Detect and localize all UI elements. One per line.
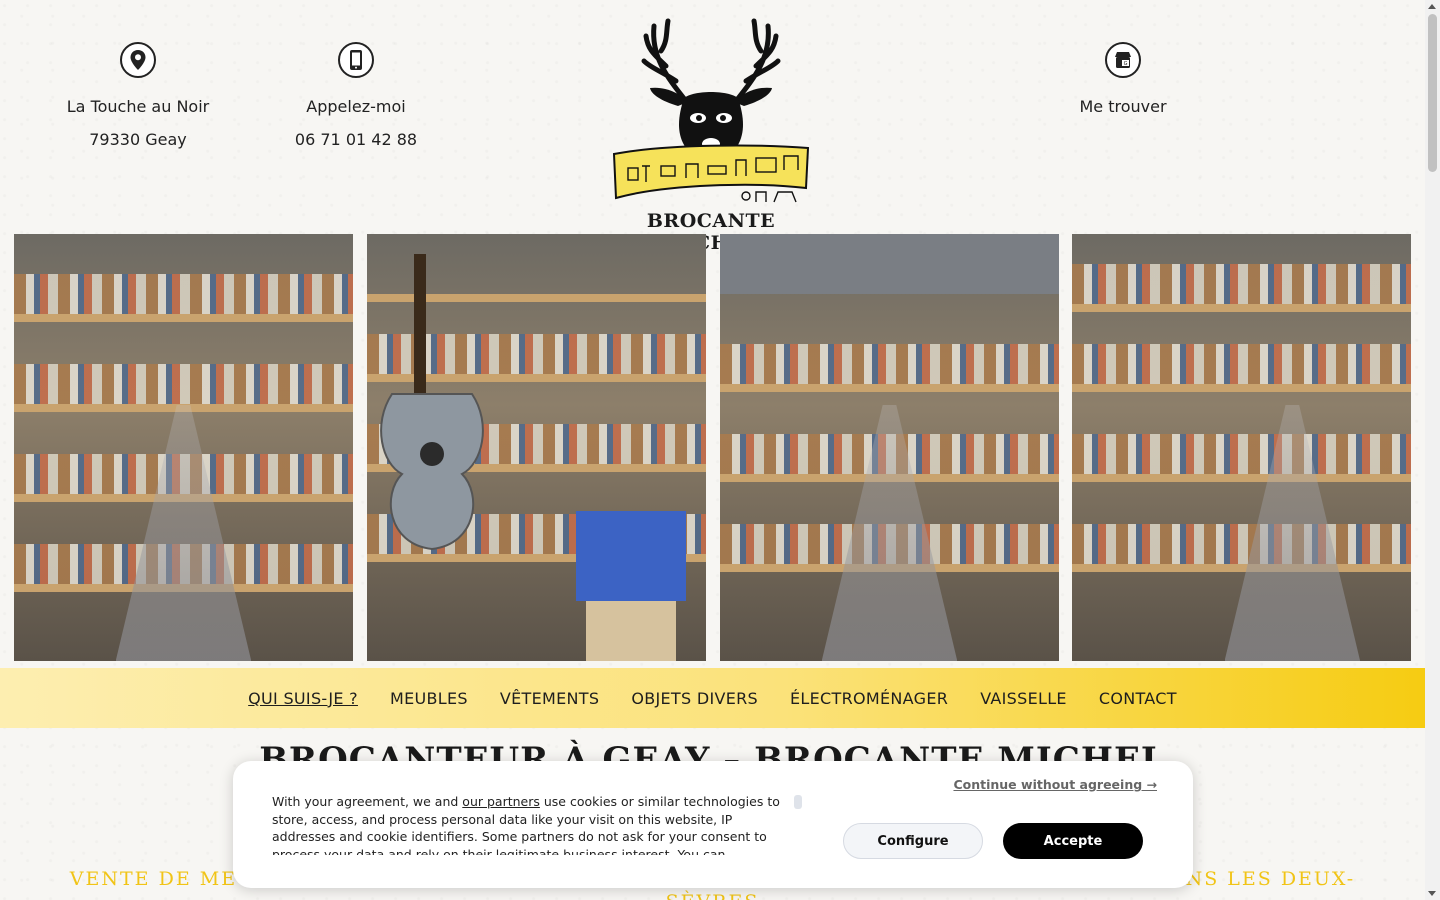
nav-item-electromenager[interactable]: ÉLECTROMÉNAGER <box>790 689 948 708</box>
phone-number[interactable]: 06 71 01 42 88 <box>246 123 466 156</box>
continue-without-agreeing-link[interactable]: Continue without agreeing → <box>953 777 1157 792</box>
address-line-1: La Touche au Noir <box>66 97 210 116</box>
photo-gallery <box>14 234 1411 661</box>
nav-item-meubles[interactable]: MEUBLES <box>390 689 468 708</box>
cookie-text-scrollbar[interactable] <box>794 795 802 809</box>
scroll-up-arrow-icon[interactable] <box>1428 4 1436 9</box>
site-logo[interactable]: BROCANTE MICHEL <box>606 6 816 254</box>
nav-item-qui-suis-je[interactable]: QUI SUIS-JE ? <box>248 689 358 708</box>
page-scrollbar[interactable] <box>1425 0 1440 900</box>
svg-text:G: G <box>1124 61 1128 67</box>
find-me-label[interactable]: Me trouver <box>1013 90 1233 123</box>
scrollbar-thumb[interactable] <box>1428 14 1437 172</box>
store-icon: G <box>1105 42 1141 78</box>
accept-button[interactable]: Accepte <box>1003 823 1143 859</box>
photo-glassware-aisle[interactable] <box>1072 234 1411 661</box>
our-partners-link[interactable]: our partners <box>462 794 540 809</box>
photo-guitar-pottery[interactable] <box>367 234 706 661</box>
find-me-block[interactable]: G Me trouver <box>1013 42 1233 123</box>
phone-label: Appelez-moi <box>306 97 406 116</box>
cookie-text: With your agreement, we and our partners… <box>272 793 792 855</box>
photo-long-aisle[interactable] <box>720 234 1059 661</box>
phone-block[interactable]: Appelez-moi 06 71 01 42 88 <box>246 42 466 156</box>
address-line-2: 79330 Geay <box>89 130 187 149</box>
nav-item-vetements[interactable]: VÊTEMENTS <box>500 689 599 708</box>
main-navigation: QUI SUIS-JE ? MEUBLES VÊTEMENTS OBJETS D… <box>0 668 1425 728</box>
configure-button[interactable]: Configure <box>843 823 983 859</box>
address-block: La Touche au Noir 79330 Geay <box>28 42 248 156</box>
subtitle-line2: SÈVRES <box>666 891 760 900</box>
page: La Touche au Noir 79330 Geay Appelez-moi… <box>0 0 1425 900</box>
nav-item-vaisselle[interactable]: VAISSELLE <box>980 689 1067 708</box>
cookie-consent-banner: With your agreement, we and our partners… <box>233 761 1193 888</box>
nav-item-contact[interactable]: CONTACT <box>1099 689 1177 708</box>
photo-aisle-books[interactable] <box>14 234 353 661</box>
scroll-down-arrow-icon[interactable] <box>1428 891 1436 896</box>
smartphone-icon <box>338 42 374 78</box>
nav-item-objets-divers[interactable]: OBJETS DIVERS <box>631 689 758 708</box>
cookie-text-start: With your agreement, we and <box>272 794 463 809</box>
deer-head-logo <box>612 18 810 203</box>
map-pin-icon <box>120 42 156 78</box>
